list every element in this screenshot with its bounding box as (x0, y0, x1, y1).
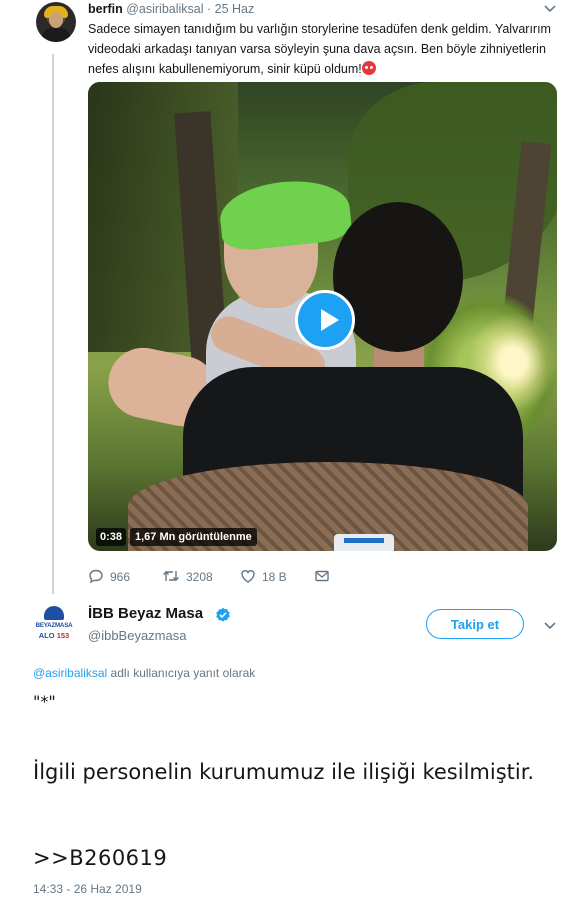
envelope-icon (315, 570, 329, 582)
quoted-tweet-header: berfin @asiribaliksal · 25 Haz (88, 2, 255, 16)
tweet-text-line-2: İlgili personelin kurumumuz ile ilişiği … (33, 760, 535, 784)
video-view-count: 1,67 Mn görüntülenme (130, 528, 257, 546)
quoted-tweet-date[interactable]: 25 Haz (215, 2, 255, 16)
tweet-video[interactable]: 0:38 1,67 Mn görüntülenme (88, 82, 557, 551)
chevron-down-icon[interactable] (541, 0, 559, 18)
video-duration: 0:38 (96, 528, 127, 546)
retweet-count: 3208 (186, 570, 213, 584)
reply-icon (89, 569, 103, 584)
quoted-author-name[interactable]: berfin (88, 2, 123, 16)
main-author-handle[interactable]: @ibbBeyazmasa (88, 628, 186, 643)
quoted-author-handle[interactable]: @asiribaliksal (126, 2, 203, 16)
thread-line (52, 54, 54, 594)
reply-to-suffix: adlı kullanıcıya yanıt olarak (107, 666, 256, 680)
reply-context: @asiribaliksal adlı kullanıcıya yanıt ol… (33, 666, 255, 680)
quoted-tweet-text: Sadece simayen tanıdığım bu varlığın sto… (88, 19, 558, 79)
ibb-beyaz-masa-avatar[interactable]: BEYAZMASA ALO 153 (32, 604, 76, 648)
quoted-tweet-body: Sadece simayen tanıdığım bu varlığın sto… (88, 22, 551, 76)
avatar-logo-text: BEYAZMASA (35, 622, 73, 629)
verified-badge-icon (216, 607, 230, 622)
tweet-text-line-1: "*" (33, 692, 56, 711)
chevron-down-icon[interactable] (541, 617, 559, 635)
like-count: 18 B (262, 570, 287, 584)
reply-to-handle-link[interactable]: @asiribaliksal (33, 666, 107, 680)
angry-face-icon (361, 61, 376, 75)
tweet-text-line-3: >>B260619 (33, 846, 168, 870)
play-button-icon[interactable] (295, 290, 355, 350)
like-button[interactable]: 18 B (240, 568, 287, 584)
tweet-timestamp[interactable]: 14:33 - 26 Haz 2019 (33, 882, 142, 896)
reply-count: 966 (110, 570, 131, 584)
berfin-avatar[interactable] (36, 2, 76, 42)
ibb-logo-icon (44, 606, 64, 620)
retweet-icon (163, 571, 179, 581)
heart-icon (241, 570, 255, 583)
avatar-alo-text: ALO 153 (38, 631, 70, 640)
main-author-name[interactable]: İBB Beyaz Masa (88, 605, 203, 622)
reply-button[interactable]: 966 (88, 568, 130, 584)
direct-message-button[interactable] (314, 568, 336, 584)
retweet-button[interactable]: 3208 (162, 568, 213, 584)
follow-button[interactable]: Takip et (426, 609, 524, 639)
